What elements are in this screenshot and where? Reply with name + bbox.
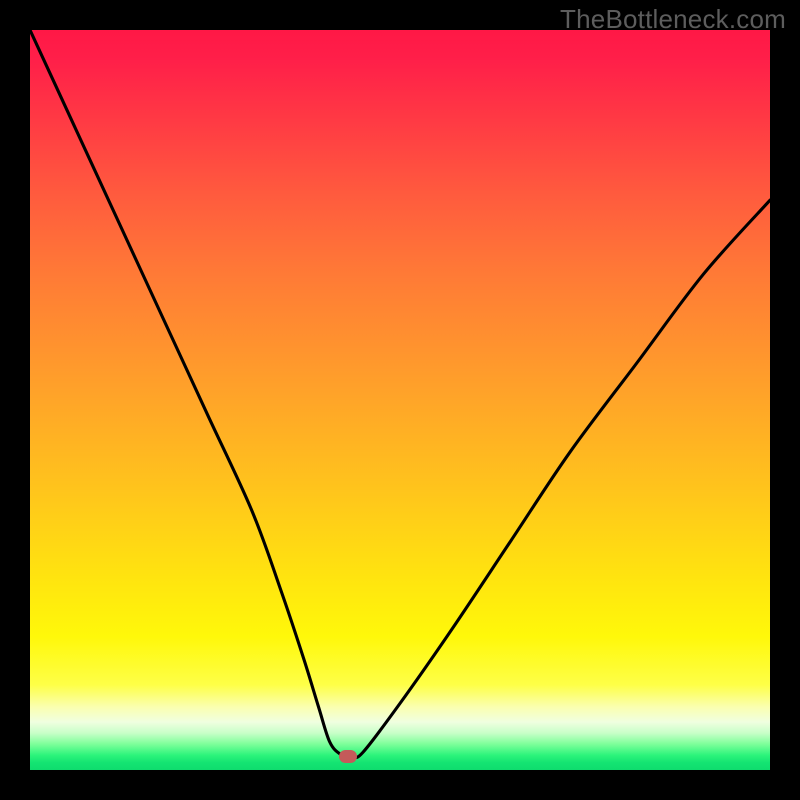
watermark-text: TheBottleneck.com [560, 4, 786, 35]
bottleneck-curve [30, 30, 770, 770]
plot-area [30, 30, 770, 770]
chart-frame: TheBottleneck.com [0, 0, 800, 800]
minimum-marker [339, 750, 357, 763]
